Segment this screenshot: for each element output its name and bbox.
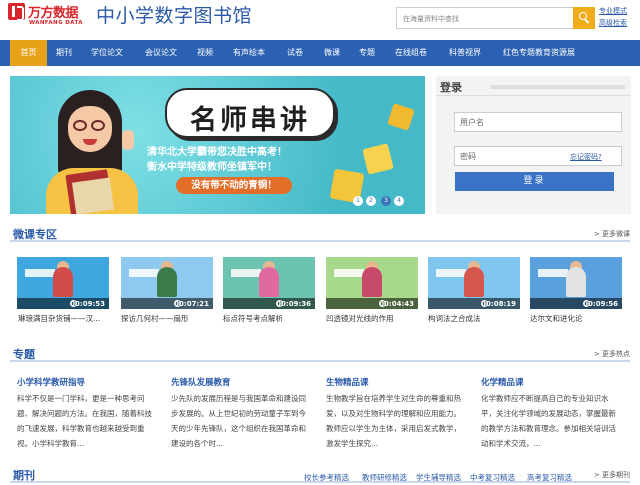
nav-item-red-education[interactable]: 红色专题教育资源展 <box>503 40 575 66</box>
topic-description: 科学不仅是一门学科，更是一种思考问题、解决问题的方法。在我国，随着科技的飞速发展… <box>17 394 152 448</box>
site-title[interactable]: 中小学数字图书馆 <box>96 1 252 28</box>
video-card[interactable]: 00:09:53 <box>17 257 109 309</box>
wanfang-logo-icon[interactable] <box>8 3 25 21</box>
topic-title[interactable]: 小学科学教研指导 <box>17 376 85 388</box>
journals-section-title: 期刊 <box>13 469 35 482</box>
video-card[interactable]: 00:07:21 <box>121 257 213 309</box>
advanced-search-link[interactable]: 高级检索 <box>599 18 627 28</box>
topic-description: 少先队的发展历程是与我国革命和建设同步发展的。从上世纪初的劳动童子军到今天的少年… <box>171 394 306 448</box>
nav-item-journals[interactable]: 期刊 <box>56 40 72 66</box>
login-title: 登录 <box>440 81 462 94</box>
banner-line-1: 清华北大学霸带您决胜中高考！ <box>147 147 287 158</box>
video-card[interactable]: 00:04:43 <box>326 257 418 309</box>
video-title[interactable]: 探访几何村——扇形 <box>121 313 189 324</box>
brand-name[interactable]: 万方数据 <box>28 2 79 21</box>
video-title[interactable]: 标点符号考点解析 <box>223 313 283 324</box>
banner-pill: 没有带不动的青铜！ <box>176 177 292 194</box>
topics-section-title: 专题 <box>13 348 35 361</box>
video-title[interactable]: 达尔文和进化论 <box>530 313 583 324</box>
micro-section-header: 微课专区 > 更多微课 <box>10 226 630 242</box>
topic-title[interactable]: 生物精品课 <box>326 376 369 388</box>
banner-title: 名师串讲 <box>190 105 310 136</box>
nav-item-home[interactable]: 首页 <box>10 40 47 66</box>
nav-item-conference[interactable]: 会议论文 <box>145 40 177 66</box>
nav-item-online-quiz[interactable]: 在线组卷 <box>395 40 427 66</box>
professional-mode-link[interactable]: 专业模式 <box>599 6 627 16</box>
search-button[interactable] <box>573 7 595 29</box>
video-card[interactable]: 00:09:56 <box>530 257 622 309</box>
topic-description: 生物教学旨在培养学生对生命的尊重和热爱，以及对生物科学的理解和应用能力。教师应以… <box>326 394 461 448</box>
promo-banner[interactable]: 名师串讲 清华北大学霸带您决胜中高考！ 衡水中学特级教师坐镇军中！ 没有带不动的… <box>10 76 425 214</box>
nav-item-theses[interactable]: 学位论文 <box>91 40 123 66</box>
micro-section-title: 微课专区 <box>13 228 57 241</box>
journal-link-zhongkao[interactable]: 中考复习精选 <box>470 472 515 483</box>
topics-section-header: 专题 > 更多热点 <box>10 346 630 362</box>
video-title[interactable]: 构词法之合成法 <box>428 313 481 324</box>
journal-link-student[interactable]: 学生辅导精选 <box>416 472 461 483</box>
video-duration: 00:08:19 <box>481 300 516 308</box>
nav-item-topics[interactable]: 专题 <box>359 40 375 66</box>
video-duration: 00:09:53 <box>70 300 105 308</box>
nav-item-science[interactable]: 科普视界 <box>449 40 481 66</box>
carousel-dot[interactable]: 4 <box>394 196 404 206</box>
search-input[interactable]: 在海量资料中查找 <box>396 7 573 29</box>
carousel-dot[interactable]: 1 <box>353 196 363 206</box>
more-journals-link[interactable]: > 更多期刊 <box>594 470 630 480</box>
nav-item-microlessons[interactable]: 微课 <box>324 40 340 66</box>
nav-item-audiobooks[interactable]: 有声绘本 <box>233 40 265 66</box>
forgot-password-link[interactable]: 忘记密码? <box>570 152 602 162</box>
video-card[interactable]: 00:08:19 <box>428 257 520 309</box>
nav-item-exams[interactable]: 试卷 <box>287 40 303 66</box>
journal-link-gaokao[interactable]: 高考复习精选 <box>527 472 572 483</box>
video-duration: 00:09:36 <box>276 300 311 308</box>
main-nav: 首页 期刊 学位论文 会议论文 视频 有声绘本 试卷 微课 专题 在线组卷 科普… <box>0 40 640 66</box>
carousel-dot-active[interactable]: 3 <box>381 196 391 206</box>
journal-link-teacher[interactable]: 教师研修精选 <box>362 472 407 483</box>
nav-item-video[interactable]: 视频 <box>197 40 213 66</box>
topic-title[interactable]: 化学精品课 <box>481 376 524 388</box>
carousel-dot[interactable]: 2 <box>366 196 376 206</box>
login-panel: 登录 用户名 密码 <box>436 76 631 214</box>
username-input[interactable]: 用户名 <box>454 112 622 132</box>
site-header: 万方数据 WANFANG DATA 中小学数字图书馆 在海量资料中查找 专业模式… <box>0 0 640 38</box>
banner-line-2: 衡水中学特级教师坐镇军中！ <box>147 162 277 173</box>
video-title[interactable]: 琳琅满目杂货铺——汉... <box>18 313 100 324</box>
more-micro-link[interactable]: > 更多微课 <box>594 229 630 239</box>
topic-title[interactable]: 先锋队发展教育 <box>171 376 231 388</box>
topic-description: 化学教师应不断提高自己的专业知识水平，关注化学领域的发展动态，掌握最新的教学方法… <box>481 394 616 448</box>
video-title[interactable]: 凹透镜对光线的作用 <box>326 313 394 324</box>
video-card[interactable]: 00:09:36 <box>223 257 315 309</box>
brand-name-en: WANFANG DATA <box>29 20 83 26</box>
video-duration: 00:09:56 <box>583 300 618 308</box>
journal-link-principal[interactable]: 校长参考精选 <box>304 472 349 483</box>
video-duration: 00:04:43 <box>379 300 414 308</box>
video-duration: 00:07:21 <box>174 300 209 308</box>
login-button[interactable]: 登录 <box>455 172 614 191</box>
more-topics-link[interactable]: > 更多热点 <box>594 349 630 359</box>
